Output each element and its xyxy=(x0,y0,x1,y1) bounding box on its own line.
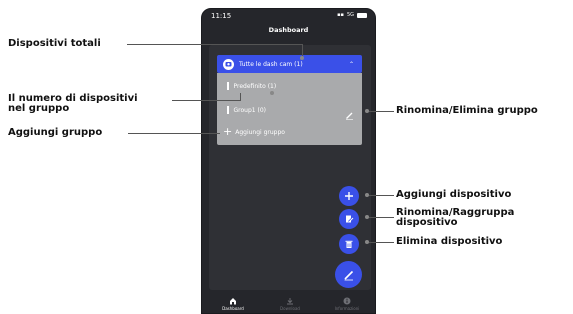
add-group-label: Aggiungi gruppo xyxy=(235,128,285,136)
callout-add-group: Aggiungi gruppo xyxy=(8,127,103,138)
leader-line xyxy=(369,217,394,218)
group-row-label: Group1 (0) xyxy=(233,106,267,114)
leader-line xyxy=(369,242,394,243)
leader-line xyxy=(369,111,394,112)
add-device-button[interactable] xyxy=(339,186,359,206)
row-marker xyxy=(227,106,229,114)
network-label: 5G xyxy=(346,12,354,18)
phone-screen: 11:15 ▪▪ 5G Dashboard Dashboard Download… xyxy=(201,8,376,314)
leader-line xyxy=(172,100,240,101)
tab-label: Download xyxy=(280,306,300,311)
callout-rename-group-device: Rinomina/Raggruppa dispositivo xyxy=(396,207,515,228)
info-icon xyxy=(343,297,351,305)
callout-delete-device: Elimina dispositivo xyxy=(396,236,503,247)
tab-download[interactable]: Download xyxy=(270,297,310,311)
leader-line xyxy=(369,195,394,196)
group-list-panel: Predefinito (1) Group1 (0) + Aggiungi gr… xyxy=(217,73,362,145)
pencil-icon xyxy=(343,270,353,280)
edit-mode-button[interactable] xyxy=(335,261,362,288)
group-header-label: Tutte le dash cam (1) xyxy=(239,60,303,68)
battery-icon xyxy=(357,12,367,18)
leader-dot xyxy=(300,56,304,60)
add-group-row[interactable]: + Aggiungi gruppo xyxy=(217,125,362,139)
callout-total-devices: Dispositivi totali xyxy=(8,38,101,49)
group-row-group1[interactable]: Group1 (0) xyxy=(217,103,362,120)
signal-icon: ▪▪ xyxy=(337,12,344,18)
status-time: 11:15 xyxy=(211,12,232,20)
leader-dot xyxy=(270,91,274,95)
page-title: Dashboard xyxy=(268,26,309,34)
callout-add-device: Aggiungi dispositivo xyxy=(396,189,512,200)
leader-line xyxy=(240,93,241,101)
callout-rename-delete-group: Rinomina/Elimina gruppo xyxy=(396,105,538,116)
group-row-predefinito[interactable]: Predefinito (1) xyxy=(217,79,362,93)
leader-line xyxy=(128,133,220,134)
all-devices-group-header[interactable]: Tutte le dash cam (1) ⌃ xyxy=(217,55,362,73)
home-icon xyxy=(230,298,236,305)
tab-dashboard[interactable]: Dashboard xyxy=(213,297,253,311)
row-marker xyxy=(227,82,229,90)
delete-device-button[interactable] xyxy=(339,234,359,254)
trash-icon xyxy=(345,240,353,248)
plus-icon xyxy=(345,192,353,200)
chevron-up-icon[interactable]: ⌃ xyxy=(349,61,354,68)
leader-line xyxy=(127,44,302,45)
camera-icon xyxy=(223,58,234,70)
download-icon xyxy=(287,298,293,305)
tab-bar: Dashboard Download Informazioni xyxy=(202,294,375,313)
edit-document-icon xyxy=(346,215,354,223)
status-indicators: ▪▪ 5G xyxy=(337,12,367,18)
tab-informazioni[interactable]: Informazioni xyxy=(327,297,367,311)
callout-devices-in-group: Il numero di dispositivi nel gruppo xyxy=(8,93,138,114)
tab-label: Informazioni xyxy=(334,306,360,311)
status-bar: 11:15 ▪▪ 5G xyxy=(202,9,375,25)
rename-group-device-button[interactable] xyxy=(339,209,359,229)
plus-icon: + xyxy=(223,125,233,138)
edit-group-icon[interactable] xyxy=(345,105,354,124)
tab-label: Dashboard xyxy=(222,306,244,311)
group-row-label: Predefinito (1) xyxy=(233,82,277,90)
